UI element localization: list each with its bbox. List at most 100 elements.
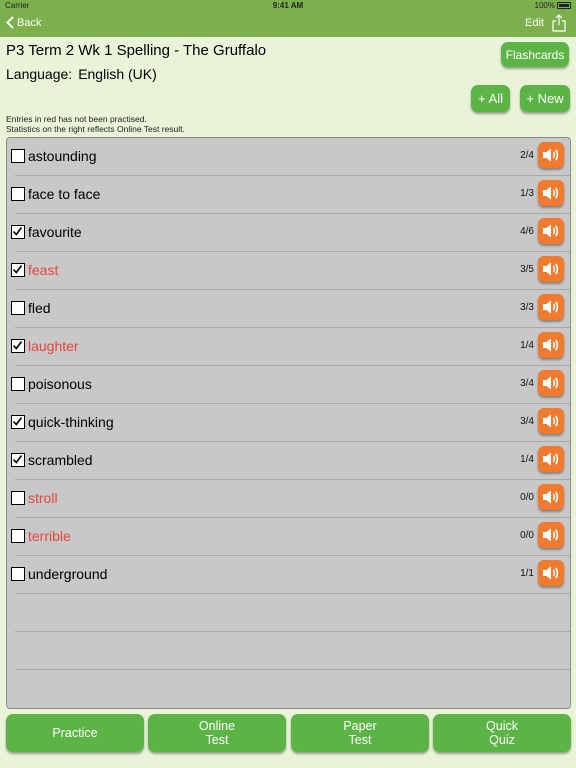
- play-sound-button[interactable]: [538, 332, 564, 358]
- word-score: 1/3: [520, 188, 534, 199]
- word-score: 0/0: [520, 530, 534, 541]
- word-text: stroll: [28, 490, 58, 506]
- word-score: 1/1: [520, 568, 534, 579]
- checkmark-icon: [12, 455, 23, 464]
- word-text: feast: [28, 262, 59, 278]
- select-checkbox[interactable]: [11, 301, 25, 315]
- select-checkbox[interactable]: [11, 225, 25, 239]
- play-sound-button[interactable]: [538, 180, 564, 206]
- quick-quiz-button[interactable]: Quick Quiz: [433, 714, 571, 752]
- word-score: 2/4: [520, 150, 534, 161]
- speaker-icon: [543, 452, 559, 466]
- play-sound-button[interactable]: [538, 446, 564, 472]
- language-row: Language: English (UK): [6, 66, 157, 82]
- speaker-icon: [543, 376, 559, 390]
- play-sound-button[interactable]: [538, 484, 564, 510]
- word-row[interactable]: stroll 0/0: [7, 480, 570, 518]
- word-text: face to face: [28, 186, 101, 202]
- back-label: Back: [17, 16, 42, 29]
- battery-indicator: 100%: [535, 1, 571, 10]
- speaker-icon: [543, 186, 559, 200]
- checkmark-icon: [12, 341, 23, 350]
- row-separator: [15, 593, 570, 594]
- word-text: fled: [28, 300, 51, 316]
- word-score: 1/4: [520, 340, 534, 351]
- play-sound-button[interactable]: [538, 256, 564, 282]
- word-row[interactable]: poisonous 3/4: [7, 366, 570, 404]
- word-row[interactable]: face to face 1/3: [7, 176, 570, 214]
- page-title: P3 Term 2 Wk 1 Spelling - The Gruffalo: [6, 42, 267, 59]
- paper-test-button[interactable]: Paper Test: [291, 714, 429, 752]
- navigation-bar: Back Edit: [0, 12, 576, 37]
- language-label: Language:: [6, 66, 73, 82]
- info-line-1: Entries in red has not been practised.: [6, 114, 147, 124]
- flashcards-button[interactable]: Flashcards: [501, 42, 569, 67]
- word-row[interactable]: fled 3/3: [7, 290, 570, 328]
- select-checkbox[interactable]: [11, 529, 25, 543]
- play-sound-button[interactable]: [538, 408, 564, 434]
- speaker-icon: [543, 338, 559, 352]
- word-row[interactable]: scrambled 1/4: [7, 442, 570, 480]
- select-checkbox[interactable]: [11, 187, 25, 201]
- play-sound-button[interactable]: [538, 370, 564, 396]
- online-test-button[interactable]: Online Test: [148, 714, 286, 752]
- word-row[interactable]: laughter 1/4: [7, 328, 570, 366]
- language-value: English (UK): [78, 66, 157, 82]
- status-bar: Carrier 9:41 AM 100%: [0, 0, 576, 12]
- word-text: astounding: [28, 148, 97, 164]
- word-score: 3/4: [520, 378, 534, 389]
- word-row[interactable]: quick-thinking 3/4: [7, 404, 570, 442]
- checkmark-icon: [12, 265, 23, 274]
- speaker-icon: [543, 262, 559, 276]
- battery-icon: [557, 2, 571, 9]
- word-row[interactable]: astounding 2/4: [7, 138, 570, 176]
- play-sound-button[interactable]: [538, 294, 564, 320]
- select-checkbox[interactable]: [11, 453, 25, 467]
- info-line-2: Statistics on the right reflects Online …: [6, 124, 185, 134]
- add-new-button[interactable]: + New: [520, 85, 570, 112]
- status-time: 9:41 AM: [272, 1, 304, 10]
- speaker-icon: [543, 224, 559, 238]
- select-checkbox[interactable]: [11, 149, 25, 163]
- battery-percent: 100%: [534, 1, 555, 10]
- play-sound-button[interactable]: [538, 142, 564, 168]
- play-sound-button[interactable]: [538, 522, 564, 548]
- select-checkbox[interactable]: [11, 415, 25, 429]
- speaker-icon: [543, 148, 559, 162]
- select-checkbox[interactable]: [11, 263, 25, 277]
- word-text: quick-thinking: [28, 414, 114, 430]
- word-score: 4/6: [520, 226, 534, 237]
- word-score: 3/5: [520, 264, 534, 275]
- share-icon[interactable]: [552, 14, 566, 32]
- word-score: 3/4: [520, 416, 534, 427]
- word-text: poisonous: [28, 376, 92, 392]
- empty-row-separator: [15, 631, 570, 632]
- word-score: 3/3: [520, 302, 534, 313]
- info-text: Entries in red has not been practised. S…: [6, 114, 185, 134]
- back-button[interactable]: Back: [6, 16, 41, 29]
- select-checkbox[interactable]: [11, 491, 25, 505]
- play-sound-button[interactable]: [538, 560, 564, 586]
- play-sound-button[interactable]: [538, 218, 564, 244]
- empty-row-separator: [15, 669, 570, 670]
- edit-button[interactable]: Edit: [525, 17, 544, 29]
- select-checkbox[interactable]: [11, 377, 25, 391]
- word-score: 1/4: [520, 454, 534, 465]
- word-score: 0/0: [520, 492, 534, 503]
- add-all-button[interactable]: + All: [471, 85, 510, 112]
- speaker-icon: [543, 414, 559, 428]
- word-row[interactable]: terrible 0/0: [7, 518, 570, 556]
- word-row[interactable]: feast 3/5: [7, 252, 570, 290]
- word-text: laughter: [28, 338, 79, 354]
- word-text: favourite: [28, 224, 82, 240]
- word-text: underground: [28, 566, 108, 582]
- checkmark-icon: [12, 227, 23, 236]
- checkmark-icon: [12, 417, 23, 426]
- word-list[interactable]: astounding 2/4 face to face 1/3 favourite 4/6…: [6, 137, 571, 709]
- word-row[interactable]: favourite 4/6: [7, 214, 570, 252]
- practice-button[interactable]: Practice: [6, 714, 144, 752]
- select-checkbox[interactable]: [11, 567, 25, 581]
- speaker-icon: [543, 528, 559, 542]
- word-row[interactable]: underground 1/1: [7, 556, 570, 594]
- select-checkbox[interactable]: [11, 339, 25, 353]
